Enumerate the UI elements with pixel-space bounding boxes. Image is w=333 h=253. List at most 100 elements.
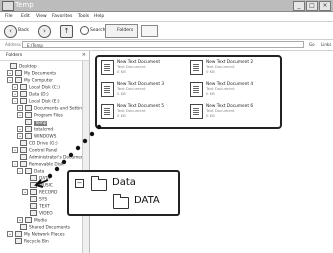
tree-item-label: DATA <box>39 176 51 182</box>
tree-item[interactable]: SYS <box>22 196 47 203</box>
go-button[interactable]: Go <box>309 41 315 49</box>
menu-favorites[interactable]: Favorites <box>52 12 72 21</box>
list-item[interactable]: New Text Document 2 Text Document 0 KB <box>190 60 275 76</box>
back-arrow-icon[interactable]: ‹ <box>4 25 17 38</box>
tree-item[interactable]: Recycle Bin <box>7 238 49 245</box>
tree-item[interactable]: − Data <box>17 168 44 175</box>
tree-item-label: Data <box>34 169 45 175</box>
tree-item[interactable]: − Removable Disk <box>12 161 64 168</box>
folder-icon <box>91 176 107 191</box>
tree-item[interactable]: Temp <box>17 119 48 126</box>
expand-icon[interactable]: + <box>12 91 18 97</box>
tree-item-label: My Computer <box>24 78 53 84</box>
expand-icon[interactable]: + <box>17 112 23 118</box>
tree-item[interactable]: + RECORD <box>22 189 57 196</box>
menu-view[interactable]: View <box>36 12 47 21</box>
expand-icon[interactable]: + <box>12 84 18 90</box>
collapse-icon[interactable]: − <box>17 168 23 174</box>
tree-item-label: My Documents <box>24 71 57 77</box>
tree-item[interactable]: TEXT <box>22 203 50 210</box>
tree-item[interactable]: + Media <box>17 217 47 224</box>
tree-item[interactable]: + Local Disk (C:) <box>12 84 60 91</box>
back-label[interactable]: Back <box>18 22 29 39</box>
collapse-icon[interactable]: − <box>12 161 18 167</box>
expand-icon[interactable]: + <box>17 126 23 132</box>
folder-icon <box>20 147 27 153</box>
list-item[interactable]: New Text Document 3 Text Document 0 KB <box>101 82 186 98</box>
folder-icon <box>25 133 32 139</box>
expand-icon[interactable]: + <box>17 105 23 111</box>
tree-item[interactable]: VIDEO <box>22 210 53 217</box>
tree-item-label: RECORD <box>39 190 58 196</box>
tree-item[interactable]: + My Documents <box>7 70 56 77</box>
document-icon <box>101 82 114 97</box>
folders-button[interactable]: Folders <box>105 24 138 38</box>
address-field[interactable]: E:\Temp <box>22 41 304 48</box>
tree-item[interactable]: + Documents and Settin <box>17 105 82 112</box>
search-icon[interactable] <box>80 26 89 35</box>
tree-item-label: totalcmd <box>34 127 54 133</box>
tree-item[interactable]: MUSIC <box>22 182 53 189</box>
tree-item-label: VIDEO <box>39 211 53 217</box>
menu-help[interactable]: Help <box>94 12 104 21</box>
expand-icon[interactable]: + <box>17 133 23 139</box>
tree-item-label: MUSIC <box>39 183 53 189</box>
folder-icon <box>30 196 37 202</box>
expand-icon[interactable]: + <box>12 147 18 153</box>
maximize-button[interactable]: □ <box>306 1 318 11</box>
tree-item-label: Data (D:) <box>29 92 49 98</box>
search-label[interactable]: Search <box>90 22 105 39</box>
forward-arrow-icon[interactable]: › <box>38 25 51 38</box>
folders-pane-title: Folders <box>6 53 23 58</box>
folder-icon <box>10 63 17 69</box>
tree-item[interactable]: + Control Panel <box>12 147 58 154</box>
menu-file[interactable]: File <box>5 12 13 21</box>
title-bar[interactable]: Temp _ □ × <box>0 0 333 12</box>
folder-icon <box>25 105 32 111</box>
expand-icon[interactable]: + <box>7 70 13 76</box>
folder-icon <box>20 224 27 230</box>
collapse-icon[interactable]: − <box>7 77 13 83</box>
minimize-button[interactable]: _ <box>293 1 305 11</box>
zoom-row-data[interactable]: − Data <box>75 176 171 191</box>
tree-item[interactable]: − My Computer <box>7 77 53 84</box>
links-button[interactable]: Links <box>321 41 331 49</box>
tree-item[interactable]: DATA <box>22 175 50 182</box>
tree-item[interactable]: Administrator's Documents <box>12 154 88 161</box>
folder-icon <box>30 203 37 209</box>
tree-item[interactable]: Desktop <box>2 63 37 70</box>
folder-icon <box>30 189 37 195</box>
tree-item[interactable]: − Local Disk (E:) <box>12 98 60 105</box>
menu-edit[interactable]: Edit <box>21 12 30 21</box>
folder-icon <box>25 168 32 174</box>
tree-item[interactable]: Shared Documents <box>12 224 70 231</box>
list-item[interactable]: New Text Document 6 Text Document 0 KB <box>190 104 275 120</box>
tree-item[interactable]: CD Drive (G:) <box>12 140 58 147</box>
tree-item[interactable]: + WINDOWS <box>17 133 56 140</box>
files-highlight-box: New Text Document Text Document 0 KB New… <box>95 55 282 129</box>
list-item[interactable]: New Text Document Text Document 0 KB <box>101 60 186 76</box>
folder-icon <box>25 217 32 223</box>
folder-icon <box>20 98 27 104</box>
vertical-scrollbar[interactable] <box>82 61 89 253</box>
collapse-icon[interactable]: − <box>12 98 18 104</box>
menu-tools[interactable]: Tools <box>78 12 89 21</box>
menu-bar: File Edit View Favorites Tools Help <box>0 12 333 22</box>
document-icon <box>101 104 114 119</box>
close-icon[interactable]: × <box>82 51 86 60</box>
tree-item[interactable]: + Data (D:) <box>12 91 49 98</box>
list-item[interactable]: New Text Document 4 Text Document 0 KB <box>190 82 275 98</box>
tree-item[interactable]: + Program Files <box>17 112 63 119</box>
close-button[interactable]: × <box>319 1 331 11</box>
up-folder-icon[interactable]: ↑ <box>60 25 73 38</box>
zoom-row-data-child[interactable]: DATA <box>75 194 171 209</box>
tree-item-label: My Network Places <box>24 232 65 238</box>
views-icon[interactable] <box>141 25 158 37</box>
expand-icon[interactable]: + <box>22 189 28 195</box>
expand-icon[interactable]: + <box>7 231 13 237</box>
tree-item[interactable]: + totalcmd <box>17 126 53 133</box>
expand-icon[interactable]: + <box>17 217 23 223</box>
collapse-icon[interactable]: − <box>75 179 84 188</box>
list-item[interactable]: New Text Document 5 Text Document 0 KB <box>101 104 186 120</box>
tree-item[interactable]: + My Network Places <box>7 231 65 238</box>
